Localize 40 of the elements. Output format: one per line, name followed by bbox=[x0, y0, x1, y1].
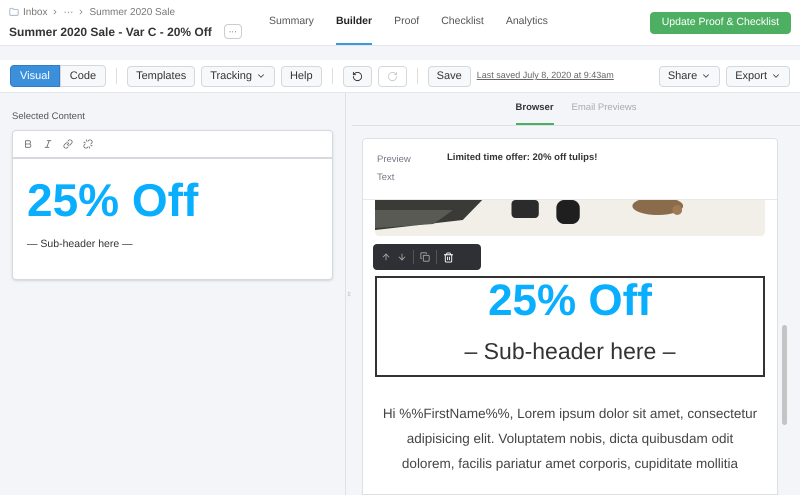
nav-tab[interactable]: Builder bbox=[336, 0, 372, 45]
preview-text-value: Limited time offer: 20% off tulips! bbox=[447, 151, 598, 165]
breadcrumb-link[interactable]: Inbox bbox=[23, 4, 48, 20]
italic-icon[interactable] bbox=[43, 139, 53, 150]
campaign-title: Summer 2020 Sale - Var C - 20% Off bbox=[9, 24, 212, 40]
scrollbar-thumb[interactable] bbox=[782, 325, 787, 425]
nav-tab[interactable]: Summary bbox=[269, 0, 314, 45]
tracking-dropdown[interactable]: Tracking bbox=[201, 66, 275, 86]
preview-text-label: Preview Text bbox=[377, 153, 412, 185]
last-saved-link[interactable]: Last saved July 8, 2020 at 9:43am bbox=[476, 69, 614, 83]
breadcrumb-link[interactable]: ··· bbox=[63, 4, 74, 20]
mode-toggle[interactable]: Code bbox=[60, 65, 106, 87]
redo-icon bbox=[386, 70, 398, 82]
delete-icon[interactable] bbox=[443, 252, 454, 262]
nav-tab[interactable]: Checklist bbox=[441, 0, 484, 45]
link-icon[interactable] bbox=[63, 139, 73, 150]
heading-text: 25% Off bbox=[27, 177, 200, 224]
more-button[interactable]: ··· bbox=[224, 24, 242, 39]
share-dropdown[interactable]: Share bbox=[658, 66, 720, 86]
move-down-icon[interactable] bbox=[397, 252, 407, 262]
undo-button[interactable] bbox=[342, 66, 372, 86]
heading-text: 25% Off bbox=[488, 278, 652, 324]
duplicate-icon[interactable] bbox=[420, 252, 430, 262]
panel-label: Selected Content bbox=[12, 110, 86, 124]
save-button[interactable]: Save bbox=[428, 66, 471, 86]
nav-tab[interactable]: Proof bbox=[394, 0, 420, 45]
undo-icon bbox=[352, 70, 363, 82]
bold-icon[interactable] bbox=[23, 139, 33, 150]
unlink-icon[interactable] bbox=[83, 139, 93, 150]
subheader-text: – Sub-header here – bbox=[464, 337, 676, 366]
export-dropdown[interactable]: Export bbox=[726, 66, 790, 86]
move-up-icon[interactable] bbox=[381, 252, 391, 262]
templates-button[interactable]: Templates bbox=[127, 66, 196, 86]
subheader-text: — Sub-header here — bbox=[27, 237, 134, 252]
folder-icon bbox=[9, 7, 19, 17]
nav-tab[interactable]: Analytics bbox=[506, 0, 548, 45]
body-paragraph: Hi %%FirstName%%, Lorem ipsum dolor sit amet, consectetur adipisicing elit. Voluptatem nobis, dicta quibusdam odit dolorem, facilis pariatur amet corporis, cupiditate mollitia bbox=[382, 404, 758, 473]
help-button[interactable]: Help bbox=[280, 66, 322, 86]
preview-tab[interactable]: Browser bbox=[516, 93, 554, 125]
breadcrumb-link[interactable]: Summer 2020 Sale bbox=[89, 4, 176, 20]
